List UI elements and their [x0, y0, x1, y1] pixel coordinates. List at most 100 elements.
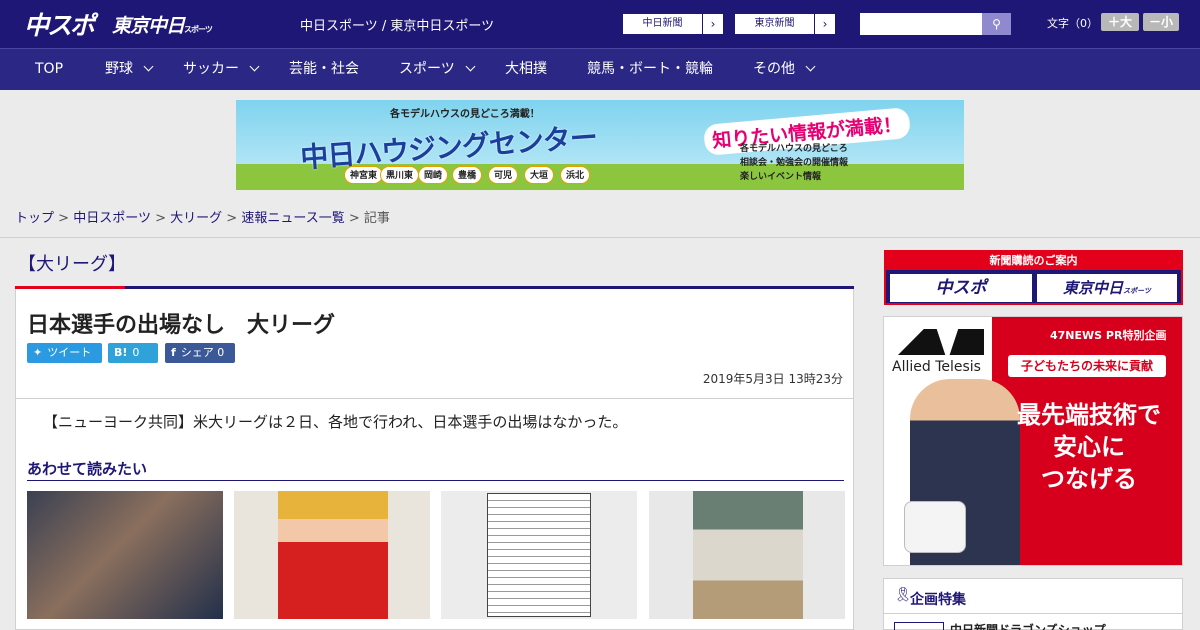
- nav-baseball[interactable]: 野球: [105, 49, 154, 90]
- related-article-image: [441, 491, 637, 619]
- twitter-bird-icon: ✦: [33, 346, 43, 359]
- ad-subhead: 子どもたちの未来に貢献: [1008, 355, 1166, 377]
- chevron-right-icon: ›: [822, 17, 828, 31]
- related-article-card[interactable]: [27, 491, 223, 623]
- breadcrumb: トップ > 中日スポーツ > 大リーグ > 速報ニュース一覧 > 記事: [0, 200, 1200, 238]
- feature-section: 🎗 企画特集 中日新聞ドラゴンズショップ: [883, 578, 1183, 630]
- feature-section-divider: [884, 613, 1182, 614]
- ad-brand-name: Allied Telesis: [892, 359, 981, 375]
- hatena-bookmark-button[interactable]: B! 0: [108, 343, 158, 363]
- tweet-label: ツイート: [47, 346, 92, 359]
- tokyo-chunichi-logo[interactable]: 東京中日スポーツ: [112, 11, 213, 38]
- search-input[interactable]: [860, 13, 982, 35]
- subscribe-chunichi-sports-link[interactable]: 中スポ: [890, 274, 1032, 302]
- facebook-share-button[interactable]: f シェア 0: [165, 343, 235, 363]
- tweet-button[interactable]: ✦ ツイート: [27, 343, 102, 363]
- banner-town: 可児: [488, 166, 519, 184]
- ad-pr-label: 47NEWS PR特別企画: [1050, 329, 1167, 342]
- feature-item-link[interactable]: 中日新聞ドラゴンズショップ: [950, 621, 1106, 630]
- subscribe-title: 新聞購読のご案内: [886, 252, 1181, 270]
- related-article-card[interactable]: [234, 491, 430, 623]
- nav-label: 競馬・ボート・競輪: [587, 61, 713, 77]
- nav-label: スポーツ: [399, 61, 455, 77]
- breadcrumb-separator: >: [155, 211, 166, 226]
- article-panel: 日本選手の出場なし 大リーグ ✦ ツイート B! 0 f シェア 0 2019年5月3…: [15, 289, 854, 630]
- banner-town: 大垣: [524, 166, 555, 184]
- nav-label: TOP: [35, 61, 64, 77]
- site-header: 中スポ 東京中日スポーツ 中日スポーツ / 東京中日スポーツ 中日新聞 › 東京…: [0, 0, 1200, 48]
- banner-town: 豊橋: [452, 166, 483, 184]
- related-article-figure: [278, 491, 388, 619]
- chunichi-shimbun-button[interactable]: 中日新聞 ›: [622, 13, 724, 35]
- breadcrumb-link[interactable]: トップ: [15, 211, 54, 226]
- article-divider: [16, 398, 853, 399]
- related-article-photo: [693, 491, 803, 619]
- breadcrumb-separator: >: [58, 211, 70, 226]
- banner-feature: 楽しいイベント情報: [740, 172, 822, 182]
- nav-label: 野球: [105, 61, 133, 77]
- tokyo-shimbun-button[interactable]: 東京新聞 ›: [734, 13, 836, 35]
- related-article-image: [27, 491, 223, 619]
- ribbon-icon: 🎗: [894, 587, 912, 603]
- related-article-card[interactable]: [441, 491, 637, 623]
- subscribe-tokyo-chunichi-link[interactable]: 東京中日スポーツ: [1037, 274, 1177, 302]
- facebook-count: 0: [217, 346, 225, 359]
- hatena-count: 0: [132, 346, 140, 359]
- chunichi-sports-logo[interactable]: 中スポ: [24, 6, 95, 42]
- facebook-icon: f: [171, 346, 176, 359]
- related-article-card[interactable]: [649, 491, 845, 623]
- related-heading: あわせて読みたい: [27, 460, 148, 478]
- font-size-decrease-button[interactable]: －小: [1143, 13, 1179, 31]
- banner-town: 岡崎: [418, 166, 449, 184]
- facebook-label: シェア: [180, 346, 214, 359]
- article-date: 2019年5月3日 13時23分: [702, 372, 843, 386]
- ad-headline-line: 安心に: [1053, 433, 1125, 461]
- banner-town: 黒川東: [380, 166, 420, 184]
- chevron-down-icon: [143, 61, 154, 72]
- hatena-icon: B!: [114, 346, 128, 359]
- breadcrumb-link[interactable]: 大リーグ: [170, 211, 222, 226]
- breadcrumb-link[interactable]: 中日スポーツ: [73, 211, 151, 226]
- breadcrumb-separator: >: [226, 211, 238, 226]
- related-article-image: [649, 491, 845, 619]
- article-title: 日本選手の出場なし 大リーグ: [27, 313, 336, 338]
- subscribe-tokyo-chunichi-suffix: スポーツ: [1123, 287, 1151, 295]
- nav-entertainment[interactable]: 芸能・社会: [289, 49, 359, 90]
- nav-sports[interactable]: スポーツ: [399, 49, 476, 90]
- chevron-right-icon: ›: [710, 17, 716, 31]
- nav-top[interactable]: TOP: [35, 49, 63, 90]
- breadcrumb-link[interactable]: 速報ニュース一覧: [241, 211, 344, 226]
- banner-feature-list: 各モデルハウスの見どころ 相談会・勉強会の開催情報 楽しいイベント情報: [740, 142, 848, 184]
- banner-town: 神宮東: [344, 166, 384, 184]
- banner-town: 浜北: [560, 166, 591, 184]
- chunichi-shimbun-label: 中日新聞: [623, 14, 703, 34]
- tokyo-shimbun-label: 東京新聞: [735, 14, 815, 34]
- chevron-down-icon: [249, 61, 260, 72]
- tokyo-chunichi-logo-suffix: スポーツ: [184, 25, 213, 34]
- banner-feature: 各モデルハウスの見どころ: [740, 144, 848, 154]
- nav-sumo[interactable]: 大相撲: [505, 49, 547, 90]
- breadcrumb-separator: >: [348, 211, 360, 226]
- tokyo-chunichi-logo-text: 東京中日: [112, 15, 185, 37]
- search-button[interactable]: ⚲: [982, 13, 1011, 35]
- allied-telesis-ad[interactable]: Allied Telesis 47NEWS PR特別企画 子どもたちの未来に貢献…: [883, 316, 1183, 566]
- font-size-label: 文字（0）: [1047, 17, 1098, 30]
- search-box: ⚲: [860, 13, 1011, 35]
- font-size-increase-button[interactable]: ＋大: [1101, 13, 1139, 31]
- nav-racing[interactable]: 競馬・ボート・競輪: [587, 49, 713, 90]
- nav-label: 芸能・社会: [289, 61, 359, 77]
- search-icon: ⚲: [992, 17, 1001, 31]
- banner-feature: 相談会・勉強会の開催情報: [740, 158, 849, 168]
- subscribe-tokyo-chunichi-text: 東京中日: [1063, 279, 1124, 297]
- related-article-image: [234, 491, 430, 619]
- nav-other[interactable]: その他: [753, 49, 816, 90]
- feature-section-title: 企画特集: [910, 592, 966, 608]
- nav-label: その他: [753, 61, 795, 77]
- banner-top-text: 各モデルハウスの見どころ満載！: [390, 109, 540, 120]
- nav-soccer[interactable]: サッカー: [183, 49, 260, 90]
- related-divider: [27, 480, 844, 481]
- ad-device-photo: [904, 501, 966, 553]
- site-title: 中日スポーツ / 東京中日スポーツ: [300, 19, 495, 34]
- article-body: 【ニューヨーク共同】米大リーグは２日、各地で行われ、日本選手の出場はなかった。: [43, 413, 628, 431]
- nav-label: 大相撲: [505, 61, 547, 77]
